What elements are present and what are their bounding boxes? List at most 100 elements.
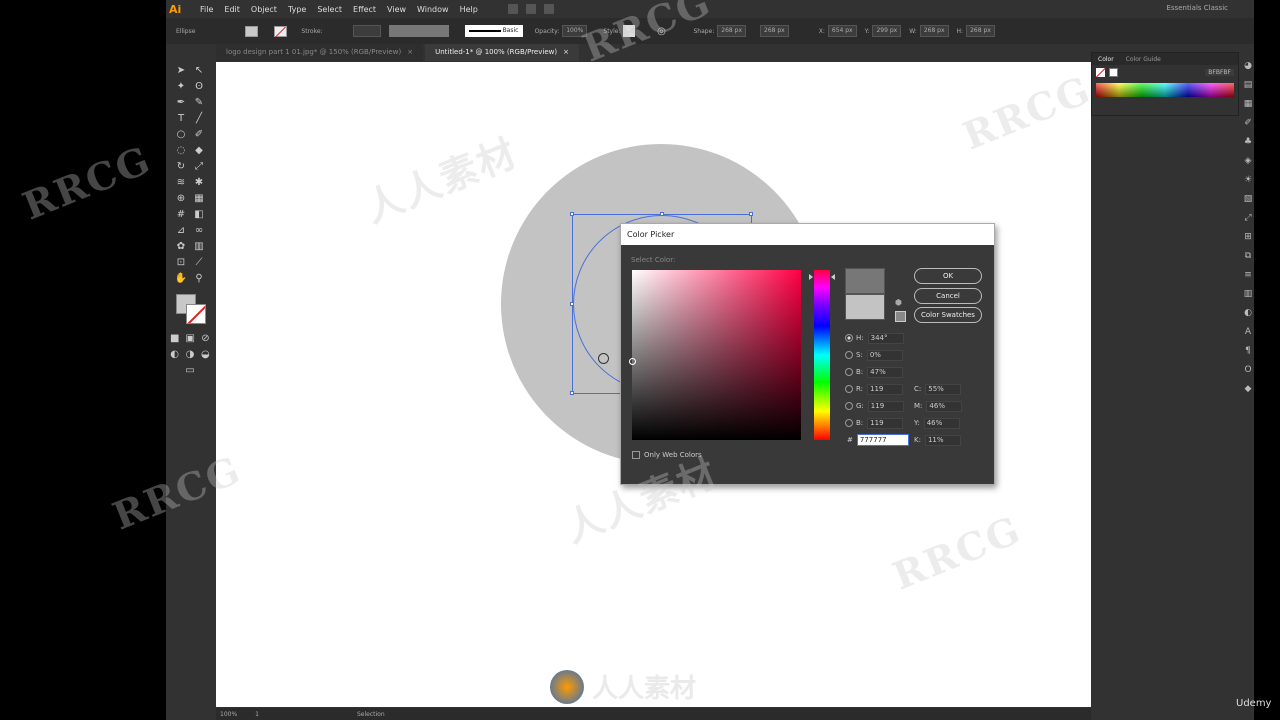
- gpu-performance-icon[interactable]: [543, 4, 554, 14]
- variable-width-profile[interactable]: [388, 25, 449, 37]
- eyedropper-icon[interactable]: ⊿: [175, 224, 187, 236]
- pen-tool-icon[interactable]: ✒: [175, 96, 187, 108]
- hue-slider[interactable]: [814, 270, 830, 440]
- stroke-label[interactable]: Stroke:: [301, 28, 322, 35]
- brush-definition[interactable]: Basic: [464, 25, 523, 37]
- puppet-warp-icon[interactable]: ✱: [193, 176, 205, 188]
- stroke-color-box[interactable]: [186, 304, 206, 324]
- magic-wand-icon[interactable]: ✦: [175, 80, 187, 92]
- radio-hue[interactable]: [845, 334, 853, 342]
- artboard-number[interactable]: 1: [255, 711, 259, 718]
- brushes-icon[interactable]: ✐: [1243, 118, 1253, 128]
- radio-brightness[interactable]: [845, 368, 853, 376]
- column-graph-icon[interactable]: ▥: [193, 240, 205, 252]
- resize-handle-l[interactable]: [570, 302, 574, 306]
- menu-effect[interactable]: Effect: [353, 5, 376, 14]
- swatches-icon[interactable]: ▦: [1243, 99, 1253, 109]
- opacity-label[interactable]: Opacity:: [535, 28, 560, 35]
- transform-icon[interactable]: ⤢: [1243, 213, 1253, 223]
- stroke-icon[interactable]: ≡: [1243, 270, 1253, 280]
- opacity-field[interactable]: 100%: [562, 25, 588, 37]
- tab-color-guide[interactable]: Color Guide: [1120, 56, 1167, 63]
- paintbrush-icon[interactable]: ✐: [193, 128, 205, 140]
- shape-builder-icon[interactable]: ⊕: [175, 192, 187, 204]
- hex-input[interactable]: 777777: [856, 434, 909, 446]
- zoom-level[interactable]: 100%: [220, 711, 237, 718]
- menu-view[interactable]: View: [387, 5, 406, 14]
- ellipse-tool-icon[interactable]: ○: [175, 128, 187, 140]
- w-field[interactable]: 268 px: [919, 25, 949, 37]
- radio-blue[interactable]: [845, 419, 853, 427]
- artboard-tool-icon[interactable]: ⊡: [175, 256, 187, 268]
- eraser-icon[interactable]: ◆: [193, 144, 205, 156]
- appearance-icon[interactable]: ☀: [1243, 175, 1253, 185]
- character-icon[interactable]: A: [1243, 327, 1253, 337]
- draw-behind-icon[interactable]: ◑: [185, 348, 195, 360]
- hue-field[interactable]: 344°: [867, 332, 904, 344]
- menu-edit[interactable]: Edit: [224, 5, 240, 14]
- none-swatch[interactable]: [1096, 67, 1105, 77]
- selection-tool-icon[interactable]: ➤: [175, 64, 187, 76]
- slice-tool-icon[interactable]: ⟋: [193, 256, 205, 268]
- radio-green[interactable]: [845, 402, 853, 410]
- type-tool-icon[interactable]: T: [175, 112, 187, 124]
- out-of-gamut-icon[interactable]: ⬢: [895, 298, 902, 307]
- rotate-tool-icon[interactable]: ↻: [175, 160, 187, 172]
- y-field[interactable]: 299 px: [872, 25, 902, 37]
- screen-mode-icon[interactable]: ▭: [184, 364, 196, 376]
- align-icon[interactable]: ⊞: [1243, 232, 1253, 242]
- pathfinder-icon[interactable]: ⧉: [1243, 251, 1253, 261]
- black-field[interactable]: 11%: [924, 434, 961, 446]
- red-field[interactable]: 119: [867, 383, 904, 395]
- cyan-field[interactable]: 55%: [925, 383, 962, 395]
- layers-icon[interactable]: ◆: [1243, 384, 1253, 394]
- color-swatches-button[interactable]: Color Swatches: [914, 307, 982, 323]
- resize-handle-bl[interactable]: [570, 391, 574, 395]
- radio-saturation[interactable]: [845, 351, 853, 359]
- color-mode-icon[interactable]: ■: [170, 332, 179, 344]
- curvature-tool-icon[interactable]: ✎: [193, 96, 205, 108]
- stroke-weight-field[interactable]: [352, 25, 381, 37]
- stock-icon[interactable]: [525, 4, 536, 14]
- h-field[interactable]: 268 px: [966, 25, 995, 37]
- zoom-tool-icon[interactable]: ⚲: [193, 272, 205, 284]
- menu-window[interactable]: Window: [417, 5, 449, 14]
- direct-selection-tool-icon[interactable]: ↖: [193, 64, 205, 76]
- color-spectrum[interactable]: [1096, 83, 1234, 97]
- symbols-icon[interactable]: ♣: [1243, 137, 1253, 147]
- scale-tool-icon[interactable]: ⤢: [193, 160, 205, 172]
- transparency-icon[interactable]: ◐: [1243, 308, 1253, 318]
- saturation-brightness-field[interactable]: [629, 270, 801, 440]
- shape-height-field[interactable]: 268 px: [760, 25, 789, 37]
- shape-width-field[interactable]: 268 px: [717, 25, 747, 37]
- recolor-artwork-icon[interactable]: ◎: [655, 25, 667, 37]
- radio-red[interactable]: [845, 385, 853, 393]
- web-safe-swatch[interactable]: [895, 311, 906, 322]
- symbol-sprayer-icon[interactable]: ✿: [175, 240, 187, 252]
- stroke-swatch[interactable]: [274, 25, 288, 37]
- cancel-button[interactable]: Cancel: [914, 288, 982, 304]
- close-icon[interactable]: ×: [407, 48, 413, 56]
- close-icon[interactable]: ×: [563, 48, 569, 56]
- arrange-documents-icon[interactable]: [507, 4, 518, 14]
- tab-logo-design[interactable]: logo design part 1 01.jpg* @ 150% (RGB/P…: [216, 44, 424, 61]
- menu-type[interactable]: Type: [288, 5, 306, 14]
- gradient-mode-icon[interactable]: ▣: [185, 332, 194, 344]
- color-field-marker[interactable]: [629, 358, 636, 365]
- draw-inside-icon[interactable]: ◒: [201, 348, 210, 360]
- only-web-colors-checkbox[interactable]: [632, 451, 640, 459]
- none-mode-icon[interactable]: ⊘: [201, 332, 210, 344]
- draw-mode-icon[interactable]: ◐: [170, 348, 179, 360]
- line-tool-icon[interactable]: ╱: [193, 112, 205, 124]
- menu-select[interactable]: Select: [317, 5, 342, 14]
- only-web-colors-option[interactable]: Only Web Colors: [632, 451, 702, 459]
- saturation-field[interactable]: 0%: [866, 349, 903, 361]
- magenta-field[interactable]: 46%: [926, 400, 963, 412]
- resize-handle-t[interactable]: [660, 212, 664, 216]
- x-field[interactable]: 654 px: [827, 25, 857, 37]
- workspace-switcher[interactable]: Essentials Classic: [1167, 4, 1228, 12]
- hue-slider-arrow-left[interactable]: [809, 274, 813, 280]
- resize-handle-tr[interactable]: [749, 212, 753, 216]
- tab-color[interactable]: Color: [1092, 56, 1120, 63]
- shaper-tool-icon[interactable]: ◌: [175, 144, 187, 156]
